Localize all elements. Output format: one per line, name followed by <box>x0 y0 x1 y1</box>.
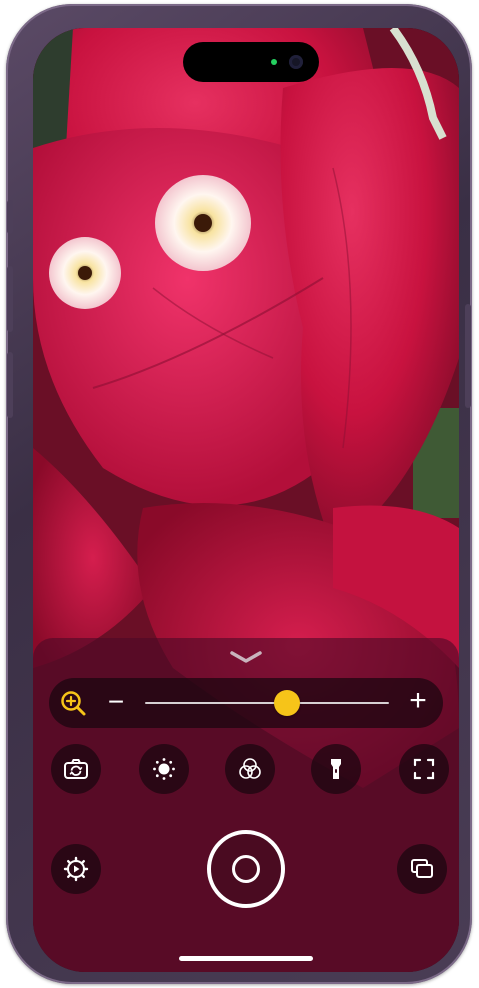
screen: − + <box>33 28 459 972</box>
flashlight-icon <box>331 759 341 779</box>
shutter-button[interactable] <box>207 830 285 908</box>
filters-icon <box>239 758 261 779</box>
flashlight-button[interactable] <box>311 744 361 794</box>
switch-camera-icon <box>64 759 88 779</box>
camera-in-use-indicator <box>271 59 277 65</box>
settings-button[interactable] <box>51 844 101 894</box>
fullscreen-icon <box>413 758 435 780</box>
zoom-slider-knob[interactable] <box>273 690 300 716</box>
zoom-out-button[interactable]: − <box>105 688 127 718</box>
gallery-button[interactable] <box>397 844 447 894</box>
brightness-icon <box>153 758 175 780</box>
controls-panel: − + <box>33 638 459 972</box>
zoom-slider-bar: − + <box>49 678 443 728</box>
action-button <box>7 200 13 234</box>
gallery-icon <box>411 859 433 878</box>
zoom-track[interactable] <box>145 690 389 716</box>
phone-frame: − + <box>6 4 472 984</box>
zoom-magnifier-icon[interactable] <box>59 689 87 717</box>
dynamic-island <box>183 42 319 82</box>
volume-down-button <box>7 352 13 418</box>
side-button <box>465 304 471 408</box>
settings-icon <box>63 856 89 882</box>
fullscreen-button[interactable] <box>399 744 449 794</box>
front-camera <box>289 55 303 69</box>
brightness-button[interactable] <box>139 744 189 794</box>
home-indicator[interactable] <box>179 956 313 961</box>
filters-button[interactable] <box>225 744 275 794</box>
shutter-inner-ring <box>232 855 260 883</box>
zoom-in-button[interactable]: + <box>406 686 430 716</box>
collapse-chevron-icon[interactable] <box>229 650 263 664</box>
volume-up-button <box>7 266 13 332</box>
switch-camera-button[interactable] <box>51 744 101 794</box>
